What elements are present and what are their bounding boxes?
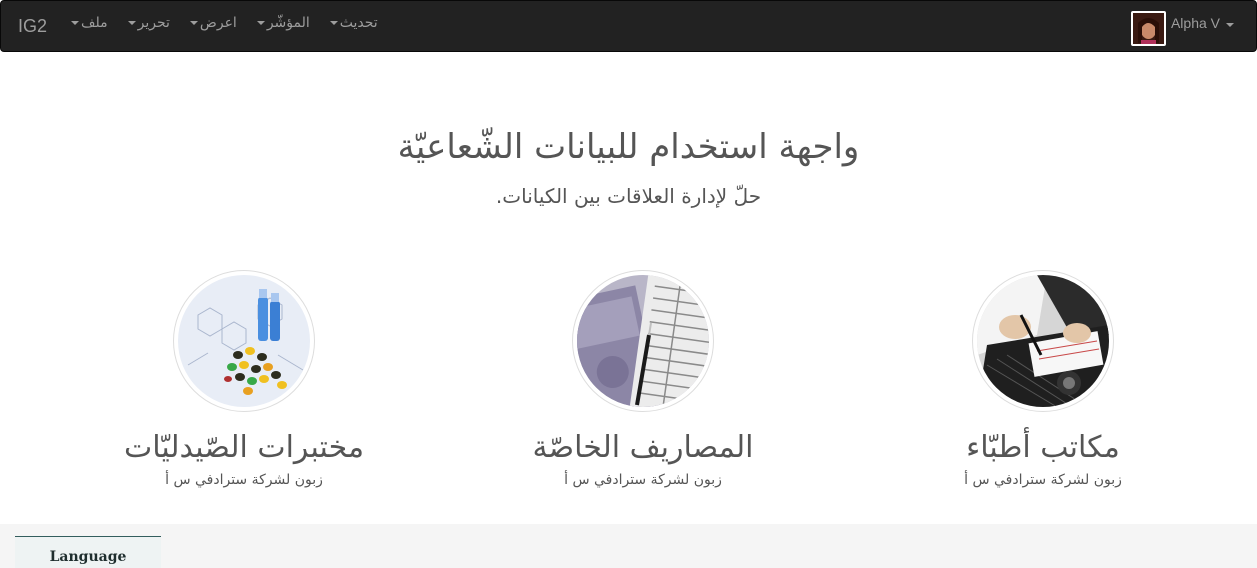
menu-edit-label: تحرير (137, 15, 170, 31)
menu-pointer[interactable]: المؤشّر (247, 1, 320, 45)
language-selector[interactable]: Language (15, 536, 161, 568)
page-subtitle: حلّ لإدارة العلاقات بين الكيانات. (495, 184, 762, 208)
menu-update-label: تحديث (339, 15, 378, 31)
card-pharmacy-labs[interactable]: مختبرات الصّيدليّات زبون لشركة سترادفي س… (44, 270, 444, 488)
caret-down-icon (329, 21, 338, 25)
card-subtitle: زبون لشركة سترادفي س أ (165, 472, 323, 488)
caret-down-icon (127, 21, 136, 25)
menu-update[interactable]: تحديث (320, 1, 388, 45)
doctors-office-image (972, 270, 1114, 412)
menu-pointer-label: المؤشّر (266, 15, 310, 31)
caret-down-icon (71, 21, 79, 25)
footer: Language (0, 524, 1257, 568)
card-title: مكاتب أطبّاء (966, 430, 1120, 465)
top-navbar: IG2 ملف تحرير اعرض المؤشّر تحديث Alpha V (0, 0, 1257, 52)
menu-file[interactable]: ملف (61, 1, 118, 45)
card-title: المصاريف الخاصّة (532, 430, 754, 465)
card-doctors-offices[interactable]: مكاتب أطبّاء زبون لشركة سترادفي س أ (843, 270, 1243, 488)
menu-view-label: اعرض (199, 15, 237, 31)
card-private-expenses[interactable]: المصاريف الخاصّة زبون لشركة سترادفي س أ (443, 270, 843, 488)
main-menu: ملف تحرير اعرض المؤشّر تحديث (61, 1, 388, 51)
brand-link[interactable]: IG2 (18, 16, 47, 36)
menu-view[interactable]: اعرض (180, 1, 247, 45)
card-subtitle: زبون لشركة سترادفي س أ (564, 472, 722, 488)
card-subtitle: زبون لشركة سترادفي س أ (964, 472, 1122, 488)
menu-file-label: ملف (81, 15, 108, 31)
pharmacy-lab-image (173, 270, 315, 412)
caret-down-icon (256, 21, 265, 25)
user-name: Alpha V (1170, 14, 1220, 31)
caret-down-icon (189, 21, 198, 25)
user-menu[interactable]: Alpha V (1130, 11, 1236, 46)
private-expenses-image (572, 270, 714, 412)
avatar (1130, 11, 1166, 46)
page-title: واجهة استخدام للبيانات الشّعاعيّة (397, 127, 860, 167)
card-title: مختبرات الصّيدليّات (123, 430, 365, 465)
menu-edit[interactable]: تحرير (118, 1, 180, 45)
caret-down-icon (1226, 22, 1234, 27)
